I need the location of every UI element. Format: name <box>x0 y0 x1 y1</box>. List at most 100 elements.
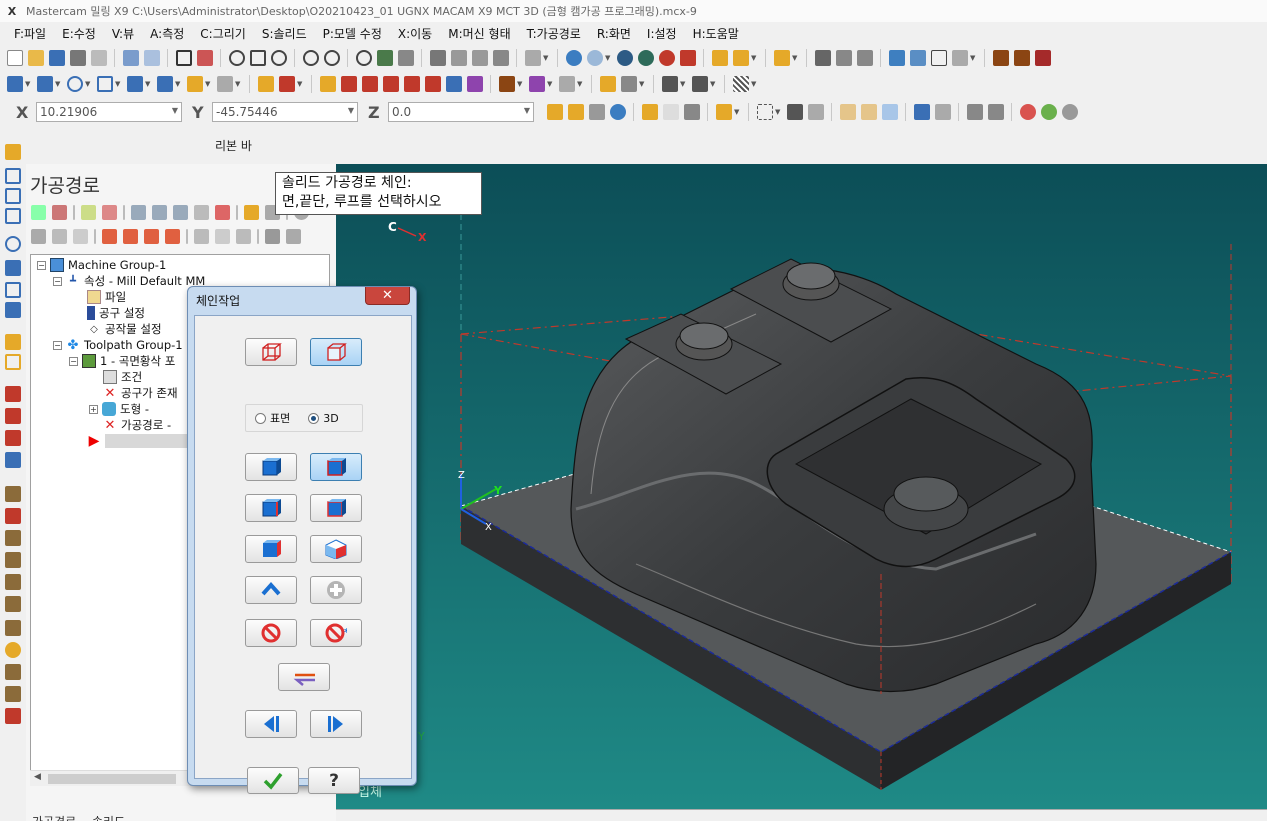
select-all-icon[interactable] <box>715 104 732 120</box>
solid-select-icon[interactable] <box>807 104 824 120</box>
shade-translucent-icon[interactable] <box>679 50 696 66</box>
radio-surface[interactable]: 표면 <box>255 410 290 426</box>
add-button[interactable] <box>310 576 362 604</box>
tree-node-toolpath-group[interactable]: − ✤ Toolpath Group-1 <box>53 337 183 353</box>
box-icon-5[interactable] <box>934 104 951 120</box>
tree-node-properties[interactable]: − ┻ 속성 - Mill Default MM <box>53 273 205 289</box>
previous-button[interactable] <box>245 710 297 738</box>
next-button[interactable] <box>310 710 362 738</box>
surface-project-icon[interactable] <box>5 686 21 702</box>
analyze-icon[interactable] <box>814 50 831 66</box>
fast-point-icon[interactable] <box>546 104 563 120</box>
graphics-viewport[interactable]: C X Z Y X Y 입체 <box>336 164 1267 809</box>
verify-icon[interactable] <box>1034 50 1051 66</box>
fillet-icon[interactable] <box>126 76 143 92</box>
toolpath-plus-icon[interactable] <box>5 386 21 402</box>
lock-icon[interactable] <box>31 228 46 244</box>
view-front-icon[interactable] <box>450 50 467 66</box>
z-coordinate-field[interactable]: 0.0 ▼ <box>388 102 534 122</box>
menu-view[interactable]: V:뷰 <box>112 25 134 42</box>
toolpath-region-icon[interactable] <box>5 354 21 370</box>
tab-solids[interactable]: 솔리드 <box>92 813 125 821</box>
dots-grid-icon[interactable] <box>528 76 545 92</box>
scroll-thumb[interactable] <box>48 774 176 784</box>
toolpath-circle-icon[interactable] <box>5 236 21 252</box>
machine-icon[interactable] <box>992 50 1009 66</box>
surface-parallel-icon[interactable] <box>5 552 21 568</box>
zoom-in-icon[interactable] <box>270 50 287 66</box>
hidden-line-icon[interactable] <box>658 50 675 66</box>
xform-roll-icon[interactable] <box>424 76 441 92</box>
rotate-icon[interactable] <box>355 50 372 66</box>
surface-pencil-icon[interactable] <box>5 620 21 636</box>
toolpath-slot-icon[interactable] <box>5 208 21 224</box>
solid-mode-button[interactable] <box>310 338 362 366</box>
move-down-icon[interactable] <box>102 228 117 244</box>
measure-icon[interactable] <box>856 50 873 66</box>
unzoom-icon[interactable] <box>302 50 319 66</box>
point-icon[interactable] <box>6 76 23 92</box>
tree-node-files[interactable]: 파일 <box>87 289 126 305</box>
toolpath-layer-icon[interactable] <box>5 430 21 446</box>
hatch-icon[interactable] <box>732 76 749 92</box>
expand-icon[interactable] <box>265 228 280 244</box>
toolpath-edit-icon[interactable] <box>5 334 21 350</box>
xform-mirror-icon[interactable] <box>340 76 357 92</box>
insert-arrow-icon[interactable] <box>144 228 159 244</box>
toolpath-helix-icon[interactable] <box>5 302 21 318</box>
help-button[interactable]: ? <box>308 767 360 794</box>
help-circle-icon[interactable] <box>1061 104 1078 120</box>
menu-file[interactable]: F:파일 <box>14 25 46 42</box>
post-ops-icon[interactable] <box>215 204 230 220</box>
tab-toolpaths[interactable]: 가공경로 <box>32 813 76 821</box>
zoom-out-icon[interactable] <box>323 50 340 66</box>
stock-model-icon[interactable] <box>5 708 21 724</box>
unselect-all-button[interactable]: * <box>310 619 362 647</box>
menu-machine-type[interactable]: M:머신 형태 <box>448 25 510 42</box>
x-coordinate-field[interactable]: 10.21906 ▼ <box>36 102 182 122</box>
collapse-icon[interactable] <box>286 228 301 244</box>
tree-node-geometry[interactable]: + 도형 - <box>89 401 149 417</box>
scroll-left-icon[interactable]: ◀ <box>34 772 41 782</box>
xform-project-icon[interactable] <box>445 76 462 92</box>
help-icon[interactable] <box>609 104 626 120</box>
surface-finish-icon[interactable] <box>5 530 21 546</box>
cube-view-icon[interactable] <box>524 50 541 66</box>
menu-settings[interactable]: I:설정 <box>647 25 677 42</box>
autocursor-icon[interactable] <box>567 104 584 120</box>
select-edge-button[interactable] <box>245 494 297 522</box>
toolpath-thread-icon[interactable] <box>5 282 21 298</box>
box-icon-3[interactable] <box>881 104 898 120</box>
dimension-horizontal-icon[interactable] <box>661 76 678 92</box>
trim-icon[interactable] <box>257 76 274 92</box>
backup-button[interactable] <box>245 576 297 604</box>
select-window-icon[interactable] <box>662 104 679 120</box>
y-coordinate-field[interactable]: -45.75446 ▼ <box>212 102 358 122</box>
toolpath-slope-icon[interactable] <box>5 408 21 424</box>
layer-icon[interactable] <box>558 76 575 92</box>
zoom-window-icon[interactable] <box>228 50 245 66</box>
xform-scale-icon[interactable] <box>382 76 399 92</box>
cross-icon[interactable] <box>588 104 605 120</box>
grid-icon[interactable] <box>951 50 968 66</box>
menu-solids[interactable]: S:솔리드 <box>262 25 307 42</box>
ok-button[interactable] <box>247 767 299 794</box>
toolpath-face-icon[interactable] <box>5 188 21 204</box>
xform-array-icon[interactable] <box>466 76 483 92</box>
radio-3d[interactable]: 3D <box>308 412 339 425</box>
refresh-icon[interactable] <box>909 50 926 66</box>
tree-node-stock-setup[interactable]: ◇ 공작물 설정 <box>87 321 161 337</box>
surface-spiral-icon[interactable] <box>5 642 21 658</box>
pan-icon[interactable] <box>397 50 414 66</box>
dynamic-rotate-icon[interactable] <box>376 50 393 66</box>
globe-icon[interactable] <box>565 50 582 66</box>
g1-icon[interactable] <box>194 204 209 220</box>
xform-rotate-icon[interactable] <box>361 76 378 92</box>
select-face-button[interactable] <box>310 453 362 481</box>
end-select-icon[interactable] <box>987 104 1004 120</box>
shaded-icon[interactable] <box>637 50 654 66</box>
line-icon[interactable] <box>36 76 53 92</box>
select-body-button[interactable] <box>245 453 297 481</box>
plane-icon[interactable] <box>498 76 515 92</box>
brush-icon[interactable] <box>773 50 790 66</box>
